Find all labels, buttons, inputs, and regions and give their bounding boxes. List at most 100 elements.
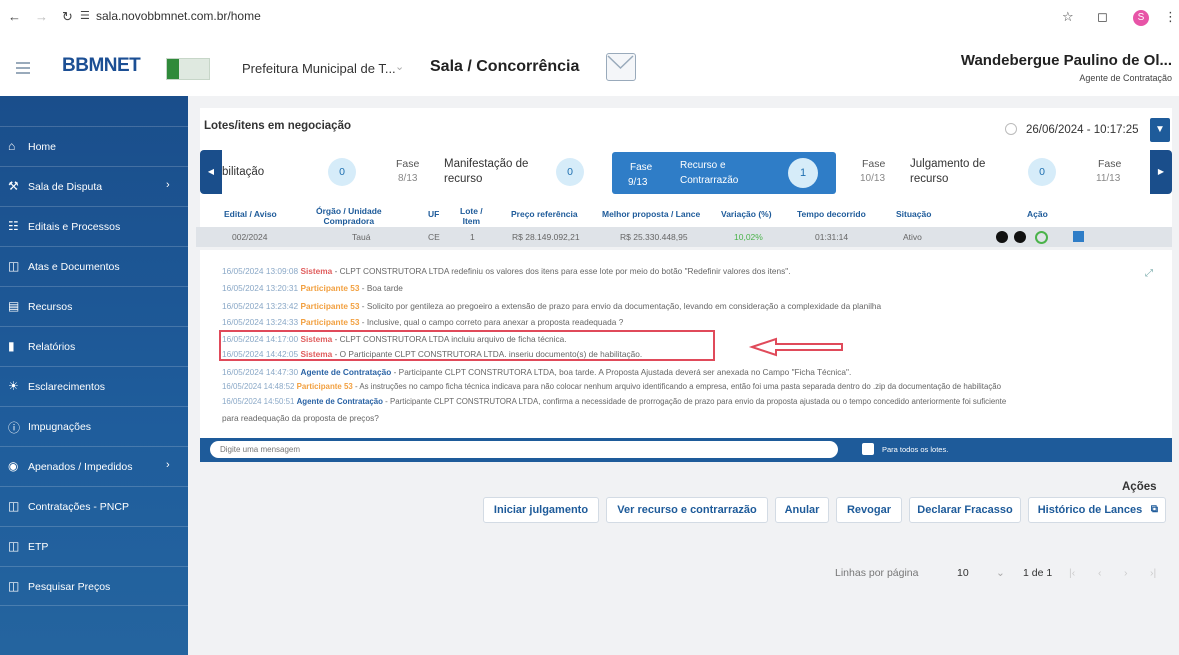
file-icon: ◫ [8, 539, 20, 553]
status-dot-icon [1014, 231, 1026, 243]
sidebar-item-esclarecimentos[interactable]: ☀ Esclarecimentos [0, 366, 188, 406]
profile-avatar[interactable]: S [1133, 10, 1149, 26]
phases-next-button[interactable]: ▶ [1150, 150, 1172, 194]
cell-melhor: R$ 25.330.448,95 [620, 232, 688, 242]
phase-count-badge: 0 [1028, 158, 1056, 186]
phase-number: 10/13 [860, 173, 886, 184]
status-dot-icon [996, 231, 1008, 243]
last-page-icon[interactable]: ›| [1150, 567, 1156, 579]
phase-recurso-contrarrazao-active[interactable]: Fase 9/13 Recurso e Contrarrazão 1 [612, 152, 836, 194]
message-input[interactable] [210, 441, 838, 458]
sidebar-item-editais[interactable]: ☷ Editais e Processos [0, 206, 188, 246]
menu-dots-icon[interactable]: ⋮ [1164, 9, 1177, 25]
col-variacao: Variação (%) [721, 209, 772, 219]
phase-number: 9/13 [628, 177, 648, 188]
cell-variacao: 10,02% [734, 232, 763, 242]
file-icon: ◫ [8, 499, 20, 513]
sidebar-item-label: Relatórios [28, 341, 76, 353]
gavel-icon: ⚒ [8, 179, 19, 193]
next-page-icon[interactable]: › [1124, 567, 1128, 579]
phases-prev-button[interactable]: ◀ [200, 150, 222, 194]
sidebar-item-relatorios[interactable]: ▮ Relatórios [0, 326, 188, 366]
annotation-arrow-icon [748, 337, 843, 357]
historico-lances-label: Histórico de Lances [1037, 504, 1143, 516]
chevron-right-icon: › [166, 179, 170, 191]
prev-page-icon[interactable]: ‹ [1098, 567, 1102, 579]
iniciar-julgamento-button[interactable]: Iniciar julgamento [483, 497, 599, 523]
phase-habilitacao[interactable]: bilitação 0 [222, 152, 362, 192]
chevron-right-icon: › [166, 459, 170, 471]
first-page-icon[interactable]: |‹ [1069, 567, 1075, 579]
user-info[interactable]: Wandebergue Paulino de Ol... Agente de C… [961, 52, 1172, 83]
col-preco-referencia: Preço referência [511, 209, 578, 219]
forward-icon[interactable]: → [35, 9, 48, 24]
phase-label: recurso [910, 173, 949, 185]
sidebar-item-home[interactable]: ⌂ Home [0, 126, 188, 166]
sidebar-item-atas[interactable]: ◫ Atas e Documentos [0, 246, 188, 286]
phase-count-badge: 1 [788, 158, 818, 188]
historico-lances-button[interactable]: Histórico de Lances ⧉ [1028, 497, 1166, 523]
sidebar-item-impugnacoes[interactable]: ⓘ Impugnações [0, 406, 188, 446]
chevron-down-icon[interactable]: ⌄ [996, 567, 1005, 579]
declarar-fracasso-button[interactable]: Declarar Fracasso [909, 497, 1021, 523]
phase-manifestacao[interactable]: Fase 8/13 Manifestação de recurso 0 [390, 152, 590, 192]
phase-fase-label: Fase [630, 162, 653, 173]
sidebar-item-contratacoes-pncp[interactable]: ◫ Contratações - PNCP [0, 486, 188, 526]
col-melhor-proposta: Melhor proposta / Lance [602, 209, 701, 219]
chat-message: 16/05/2024 14:50:51 Agente de Contrataçã… [222, 397, 1007, 406]
sidebar-item-apenados[interactable]: ◉ Apenados / Impedidos › [0, 446, 188, 486]
phase-julgamento-recurso[interactable]: Fase 10/13 Julgamento de recurso 0 [850, 152, 1056, 192]
chevron-down-icon[interactable]: ⌄ [395, 60, 404, 73]
extensions-icon[interactable]: ◻ [1097, 9, 1108, 25]
sidebar-item-etp[interactable]: ◫ ETP [0, 526, 188, 566]
phase-label: bilitação [222, 166, 265, 178]
organization-selector[interactable]: Prefeitura Municipal de T... [242, 61, 396, 76]
action-square-icon[interactable] [1073, 231, 1084, 242]
sidebar-item-pesquisar-precos[interactable]: ◫ Pesquisar Preços [0, 566, 188, 606]
chat-message: 16/05/2024 13:09:08 Sistema - CLPT CONST… [222, 266, 791, 276]
chat-message: 16/05/2024 14:47:30 Agente de Contrataçã… [222, 367, 852, 377]
col-lote: Lote / Item [460, 206, 483, 226]
ver-recurso-button[interactable]: Ver recurso e contrarrazão [606, 497, 768, 523]
col-uf: UF [428, 209, 440, 219]
all-lots-checkbox[interactable] [862, 443, 874, 455]
col-situacao: Situação [896, 209, 932, 219]
chevron-right-icon: ▶ [1157, 167, 1165, 176]
phase-fase-label: Fase [1098, 158, 1122, 170]
sidebar-item-recursos[interactable]: ▤ Recursos [0, 286, 188, 326]
anular-button[interactable]: Anular [775, 497, 829, 523]
actions-title: Ações [1122, 481, 1157, 493]
file-icon: ◫ [8, 259, 20, 273]
mail-icon[interactable] [606, 53, 636, 81]
hamburger-menu-icon[interactable] [16, 62, 30, 77]
open-room-icon[interactable] [1035, 231, 1048, 244]
phase-number: 8/13 [398, 173, 418, 184]
cell-uf: CE [428, 232, 440, 242]
clock-icon [1005, 123, 1017, 135]
sidebar-item-sala-de-disputa[interactable]: ⚒ Sala de Disputa › [0, 166, 188, 206]
phase-11[interactable]: Fase 11/13 [1090, 152, 1140, 192]
revogar-button[interactable]: Revogar [836, 497, 902, 523]
back-icon[interactable]: ← [8, 9, 21, 24]
site-info-icon[interactable]: ☰ [80, 9, 90, 22]
rows-per-page-select[interactable]: 10 [957, 567, 969, 579]
sidebar-item-label: ETP [28, 541, 49, 553]
expand-icon[interactable]: ⤢ [1145, 268, 1153, 279]
lightbulb-icon: ☀ [8, 379, 19, 393]
lots-title: Lotes/itens em negociação [204, 120, 351, 132]
bookmark-star-icon[interactable]: ☆ [1062, 9, 1074, 25]
cell-tempo: 01:31:14 [815, 232, 849, 242]
col-orgao: Órgão / Unidade Compradora [316, 206, 382, 226]
filter-button[interactable]: ▼ [1150, 118, 1170, 142]
user-role: Agente de Contratação [1079, 73, 1172, 83]
chat-message-continuation: para readequação da proposta de preços? [222, 413, 379, 423]
browser-toolbar: ← → ↻ ☰ sala.novobbmnet.com.br/home ☆ ◻ … [0, 0, 1179, 36]
reload-icon[interactable]: ↻ [62, 9, 73, 25]
cell-preco: R$ 28.149.092,21 [512, 232, 580, 242]
address-bar[interactable]: sala.novobbmnet.com.br/home [96, 9, 261, 23]
col-tempo: Tempo decorrido [797, 209, 866, 219]
cell-orgao: Tauá [352, 232, 371, 242]
bar-chart-icon: ▮ [8, 339, 15, 353]
col-edital: Edital / Aviso [224, 209, 277, 219]
bbmnet-logo[interactable]: BBMNET [62, 55, 141, 77]
